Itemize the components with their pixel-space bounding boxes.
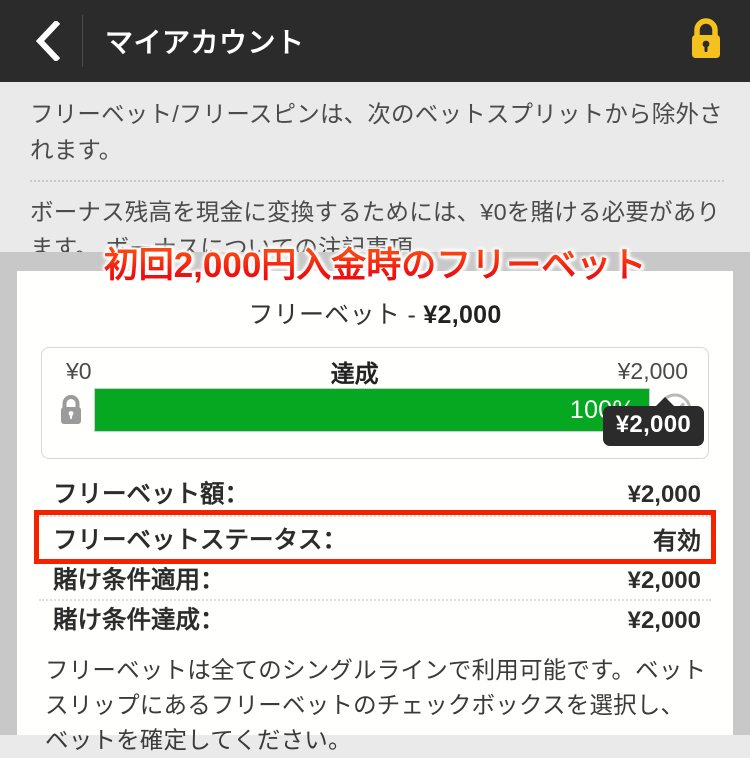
detail-label: フリーベットステータス： xyxy=(53,526,347,554)
detail-label: 賭け条件適用： xyxy=(53,567,225,594)
progress-labels: ¥0 達成 ¥2,000 xyxy=(42,348,708,388)
page-title: マイアカウント xyxy=(105,27,305,58)
padlock-icon xyxy=(686,16,726,67)
table-row-highlighted: フリーベットステータス： 有効 xyxy=(34,510,716,564)
status-badge: 有効 xyxy=(653,527,701,555)
back-button[interactable] xyxy=(26,15,68,67)
freebet-details-list: フリーベット額： ¥2,000 フリーベットステータス： 有効 賭け条件適用： … xyxy=(34,475,716,639)
progress-max-label: ¥2,000 xyxy=(617,357,688,384)
freebet-card-title-prefix: フリーベット - xyxy=(248,301,424,329)
progress-min-label: ¥0 xyxy=(66,357,92,384)
table-row: 賭け条件適用： ¥2,000 xyxy=(39,559,711,599)
progress-bar-fill: 100% xyxy=(95,389,649,431)
progress-bar-track: 100% xyxy=(94,388,650,432)
header-divider xyxy=(82,15,83,67)
progress-lock-icon xyxy=(52,392,90,428)
freebet-card-title: フリーベット - ¥2,000 xyxy=(17,271,733,347)
intro-paragraph-1: フリーベット/フリースピンは、次のベットスプリットから除外されます。 xyxy=(30,101,723,163)
detail-value: ¥2,000 xyxy=(627,481,701,508)
chevron-left-icon xyxy=(34,21,60,61)
detail-label: 賭け条件達成： xyxy=(53,607,225,634)
progress-value-tooltip: ¥2,000 xyxy=(602,397,704,446)
app-header: マイアカウント xyxy=(0,0,750,82)
secure-lock-button[interactable] xyxy=(684,17,728,65)
table-row: 賭け条件達成： ¥2,000 xyxy=(39,599,711,639)
table-row: フリーベット額： ¥2,000 xyxy=(39,475,711,515)
freebet-card-title-amount: ¥2,000 xyxy=(423,301,502,329)
detail-value: ¥2,000 xyxy=(627,607,701,634)
intro-section: フリーベット/フリースピンは、次のベットスプリットから除外されます。 ボーナス残… xyxy=(0,82,750,266)
freebet-card: フリーベット - ¥2,000 ¥0 達成 ¥2,000 100% ¥2,000… xyxy=(17,271,733,753)
detail-label: フリーベット額： xyxy=(53,481,249,508)
detail-value: ¥2,000 xyxy=(627,567,701,594)
wagering-progress-panel: ¥0 達成 ¥2,000 100% ¥2,000 xyxy=(41,347,709,459)
freebet-usage-note: フリーベットは全てのシングルラインで利用可能です。ベットスリップにあるフリーベッ… xyxy=(45,657,707,753)
progress-center-label: 達成 xyxy=(330,360,379,388)
intro-divider xyxy=(30,180,724,182)
